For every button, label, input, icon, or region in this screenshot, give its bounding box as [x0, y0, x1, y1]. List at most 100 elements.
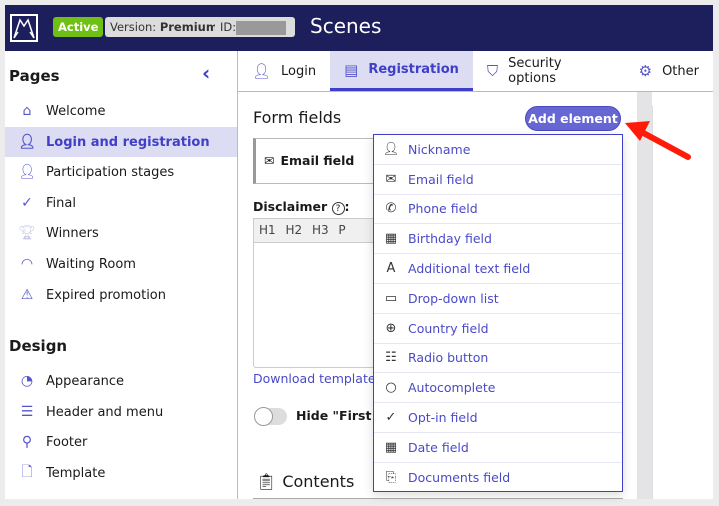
email-field-card[interactable]: ✉ Email field — [253, 138, 393, 184]
help-icon[interactable]: ? — [331, 202, 345, 215]
sidebar-item-header-menu[interactable]: ☰ Header and menu — [5, 397, 237, 427]
add-element-button[interactable]: Add element — [525, 106, 621, 131]
calendar-icon: ▦ — [384, 231, 398, 247]
dropdown-item-date[interactable]: ▦ Date field — [374, 433, 622, 463]
user-stages-icon: 👤︎ — [18, 164, 36, 180]
form-fields-heading: Form fields — [253, 108, 342, 127]
dropdown-item-additional-text[interactable]: A Additional text field — [374, 254, 622, 284]
tab-login[interactable]: 👤︎ Login — [238, 51, 330, 91]
check-icon: ✓ — [385, 410, 397, 426]
dropdown-item-label: Date field — [408, 439, 469, 455]
calendar-icon: ▦ — [384, 439, 398, 455]
dropdown-item-radio[interactable]: ☷ Radio button — [374, 344, 622, 374]
hide-first-name-toggle[interactable] — [254, 407, 287, 426]
editor-toolbar[interactable]: H1 H2 H3 P — [254, 219, 392, 243]
tab-other[interactable]: ⚙ Other — [625, 51, 713, 91]
page-title: Scenes — [310, 14, 382, 38]
dropdown-item-label: Drop-down list — [408, 290, 499, 306]
dropdown-item-label: Autocomplete — [408, 380, 496, 396]
id-label: ID: — [220, 20, 237, 34]
sidebar-item-label: Template — [46, 465, 106, 481]
tab-label: Registration — [368, 62, 459, 77]
divider — [253, 498, 623, 499]
dropdown-item-documents[interactable]: ⎘ Documents field — [374, 463, 622, 491]
sidebar-item-label: Header and menu — [46, 404, 164, 420]
tab-bar: 👤︎ Login ▤ Registration ⛉ Security options … — [238, 51, 713, 92]
tab-label: Security options — [508, 56, 562, 86]
paperclip-icon: ⎘ — [385, 469, 397, 485]
file-icon: 🗋 — [21, 464, 33, 480]
id-badge: ID: — [215, 17, 295, 37]
dropdown-item-nickname[interactable]: 👤︎ Nickname — [374, 135, 622, 165]
phone-icon: ✆ — [385, 201, 397, 217]
dropdown-item-opt-in[interactable]: ✓ Opt-in field — [374, 403, 622, 433]
sidebar-item-final[interactable]: ✓ Final — [5, 188, 237, 218]
version-label: Version: — [110, 20, 157, 34]
tab-registration[interactable]: ▤ Registration — [330, 51, 473, 91]
dropdown-item-label: Additional text field — [408, 261, 531, 277]
dropdown-item-dropdown-list[interactable]: ▭ Drop-down list — [374, 284, 622, 314]
dropdown-item-label: Radio button — [408, 350, 489, 366]
sidebar-item-waiting-room[interactable]: ◠ Waiting Room — [5, 249, 237, 279]
gear-icon: ⚙ — [638, 62, 653, 80]
warning-icon: ⚠ — [20, 287, 34, 303]
sidebar-item-expired-promotion[interactable]: ⚠ Expired promotion — [5, 280, 237, 310]
download-template-link[interactable]: Download template — [253, 371, 376, 386]
add-element-dropdown: 👤︎ Nickname ✉ Email field ✆ Phone field ▦ Bi… — [373, 134, 623, 492]
user-icon: 👤︎ — [382, 141, 400, 157]
dropdown-item-phone[interactable]: ✆ Phone field — [374, 195, 622, 225]
dropdown-item-label: Phone field — [408, 201, 478, 217]
dropdown-item-birthday[interactable]: ▦ Birthday field — [374, 224, 622, 255]
contents-heading: 📋︎ Contents — [256, 472, 354, 491]
disclaimer-text: Disclaimer — [253, 199, 328, 214]
status-badge: Active — [53, 17, 104, 37]
radio-list-icon: ☷ — [385, 350, 397, 366]
tab-label: Login — [281, 63, 317, 79]
dropdown-icon: ▭ — [384, 290, 398, 306]
gauge-icon: ◠ — [20, 256, 34, 272]
globe-icon: ⊕ — [385, 320, 397, 336]
text-icon: A — [386, 261, 396, 277]
sidebar-item-welcome[interactable]: ⌂ Welcome — [5, 96, 237, 126]
home-icon: ⌂ — [22, 103, 32, 119]
dropdown-item-label: Nickname — [408, 141, 471, 157]
user-icon: 👤︎ — [18, 134, 36, 150]
email-field-label: Email field — [280, 153, 355, 168]
sidebar-item-login-registration[interactable]: 👤︎ Login and registration — [5, 127, 237, 157]
sidebar-item-label: Participation stages — [46, 164, 175, 180]
sidebar-item-appearance[interactable]: ◔ Appearance — [5, 366, 237, 396]
sidebar-item-label: Expired promotion — [46, 287, 166, 303]
sidebar-item-template[interactable]: 🗋 Template — [5, 458, 237, 488]
envelope-icon: ✉ — [264, 153, 275, 168]
calendar-icon: ▤ — [344, 60, 359, 79]
sidebar-item-label: Footer — [46, 434, 88, 450]
trophy-icon: 🏆︎ — [18, 225, 36, 241]
sidebar-item-label: Welcome — [46, 103, 106, 119]
disclaimer-colon: : — [344, 199, 350, 214]
version-value: Premium — [159, 20, 218, 34]
sidebar-item-winners[interactable]: 🏆︎ Winners — [5, 218, 237, 248]
sidebar-item-label: Final — [46, 195, 76, 211]
sidebar-item-label: Appearance — [46, 373, 125, 389]
collapse-sidebar-icon[interactable]: ‹ — [202, 61, 210, 85]
dropdown-item-country[interactable]: ⊕ Country field — [374, 314, 622, 344]
hide-toggle-label: Hide "First n — [296, 408, 376, 423]
dropdown-item-email[interactable]: ✉ Email field — [374, 165, 622, 195]
dropdown-item-label: Email field — [408, 171, 474, 187]
palette-icon: ◔ — [20, 373, 34, 389]
tab-label: Other — [662, 63, 699, 79]
dropdown-item-autocomplete[interactable]: ○ Autocomplete — [374, 373, 622, 404]
tab-security-options[interactable]: ⛉ Security options — [473, 51, 625, 91]
sidebar-item-participation-stages[interactable]: 👤︎ Participation stages — [5, 157, 237, 187]
id-redacted — [236, 20, 287, 35]
sidebar: Pages ‹ ⌂ Welcome 👤︎ Login and registratio… — [5, 51, 238, 499]
user-icon: 👤︎ — [252, 62, 272, 80]
sidebar-item-footer[interactable]: ⚲ Footer — [5, 427, 237, 457]
dropdown-item-label: Documents field — [408, 469, 511, 485]
design-heading: Design — [9, 337, 68, 355]
disclaimer-label: Disclaimer ?: — [253, 199, 350, 215]
logo-icon — [10, 14, 38, 42]
dropdown-item-label: Country field — [408, 320, 489, 336]
sidebar-item-label: Login and registration — [46, 134, 210, 150]
disclaimer-editor[interactable]: H1 H2 H3 P — [253, 218, 393, 368]
